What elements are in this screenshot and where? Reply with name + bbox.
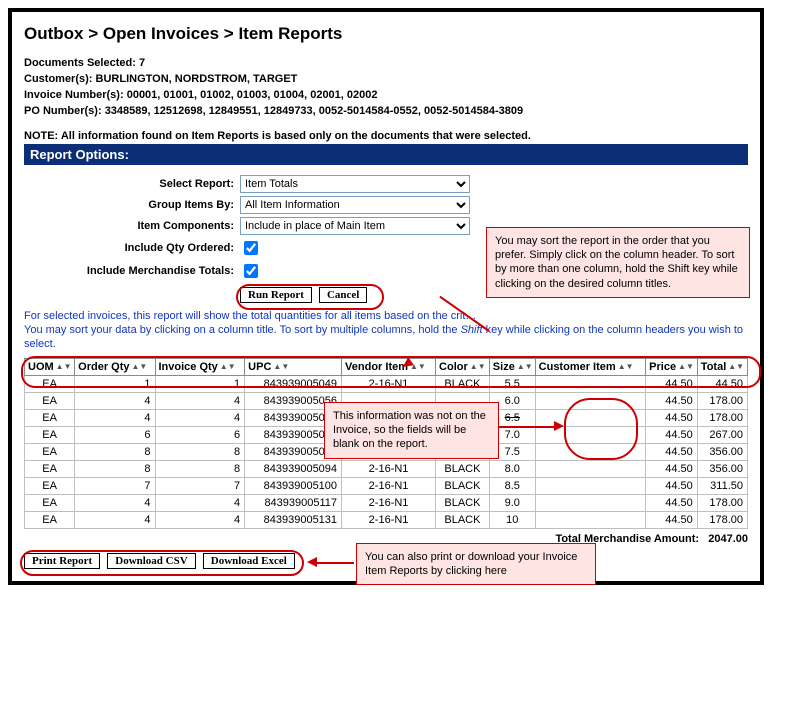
include-merch-checkbox[interactable] bbox=[244, 264, 258, 278]
callout-sort: You may sort the report in the order tha… bbox=[486, 227, 750, 298]
table-row: EA118439390050492-16-N1BLACK5.544.5044.5… bbox=[25, 375, 748, 392]
column-header-size[interactable]: Size▲▼ bbox=[489, 358, 535, 375]
sort-icon: ▲▼ bbox=[678, 362, 686, 371]
sort-icon: ▲▼ bbox=[56, 362, 64, 371]
table-row: EA888439390050942-16-N1BLACK8.044.50356.… bbox=[25, 460, 748, 477]
total-value: 2047.00 bbox=[708, 533, 748, 545]
table-row: EA448439390051312-16-N1BLACK1044.50178.0… bbox=[25, 511, 748, 528]
download-excel-button[interactable]: Download Excel bbox=[203, 553, 295, 569]
sort-icon: ▲▼ bbox=[220, 362, 228, 371]
column-header-customer-item[interactable]: Customer Item▲▼ bbox=[535, 358, 646, 375]
item-components-dropdown[interactable]: Include in place of Main Item bbox=[240, 217, 470, 235]
item-components-label: Item Components: bbox=[24, 220, 240, 232]
print-report-button[interactable]: Print Report bbox=[24, 553, 100, 569]
help-text-2: You may sort your data by clicking on a … bbox=[24, 323, 748, 352]
run-report-button[interactable]: Run Report bbox=[240, 287, 312, 303]
column-header-price[interactable]: Price▲▼ bbox=[646, 358, 698, 375]
table-row: EA448439390051172-16-N1BLACK9.044.50178.… bbox=[25, 494, 748, 511]
include-qty-label: Include Qty Ordered: bbox=[24, 242, 240, 254]
column-header-uom[interactable]: UOM▲▼ bbox=[25, 358, 75, 375]
group-by-dropdown[interactable]: All Item Information bbox=[240, 196, 470, 214]
table-row: EA778439390051002-16-N1BLACK8.544.50311.… bbox=[25, 477, 748, 494]
column-header-vendor-item[interactable]: Vendor Item▲▼ bbox=[342, 358, 436, 375]
invoices-line: Invoice Number(s): 00001, 01001, 01002, … bbox=[24, 88, 748, 104]
note-text: NOTE: All information found on Item Repo… bbox=[24, 130, 748, 142]
column-header-upc[interactable]: UPC▲▼ bbox=[245, 358, 342, 375]
sort-icon: ▲▼ bbox=[470, 362, 478, 371]
callout-download: You can also print or download your Invo… bbox=[356, 543, 596, 586]
column-header-invoice-qty[interactable]: Invoice Qty▲▼ bbox=[155, 358, 245, 375]
sort-icon: ▲▼ bbox=[618, 362, 626, 371]
breadcrumb: Outbox > Open Invoices > Item Reports bbox=[24, 24, 748, 44]
sort-icon: ▲▼ bbox=[132, 362, 140, 371]
column-header-order-qty[interactable]: Order Qty▲▼ bbox=[75, 358, 155, 375]
po-line: PO Number(s): 3348589, 12512698, 1284955… bbox=[24, 104, 748, 120]
sort-icon: ▲▼ bbox=[273, 362, 281, 371]
help-text-1: For selected invoices, this report will … bbox=[24, 309, 748, 323]
docs-selected-line: Documents Selected: 7 bbox=[24, 56, 748, 72]
section-header: Report Options: bbox=[24, 144, 748, 165]
select-report-label: Select Report: bbox=[24, 178, 240, 190]
download-csv-button[interactable]: Download CSV bbox=[107, 553, 195, 569]
include-merch-label: Include Merchandise Totals: bbox=[24, 265, 240, 277]
callout-blank: This information was not on the Invoice,… bbox=[324, 402, 499, 459]
customers-line: Customer(s): BURLINGTON, NORDSTROM, TARG… bbox=[24, 72, 748, 88]
select-report-dropdown[interactable]: Item Totals bbox=[240, 175, 470, 193]
sort-icon: ▲▼ bbox=[728, 362, 736, 371]
cancel-button[interactable]: Cancel bbox=[319, 287, 367, 303]
group-by-label: Group Items By: bbox=[24, 199, 240, 211]
column-header-total[interactable]: Total▲▼ bbox=[697, 358, 747, 375]
column-header-color[interactable]: Color▲▼ bbox=[436, 358, 490, 375]
sort-icon: ▲▼ bbox=[517, 362, 525, 371]
include-qty-checkbox[interactable] bbox=[244, 241, 258, 255]
